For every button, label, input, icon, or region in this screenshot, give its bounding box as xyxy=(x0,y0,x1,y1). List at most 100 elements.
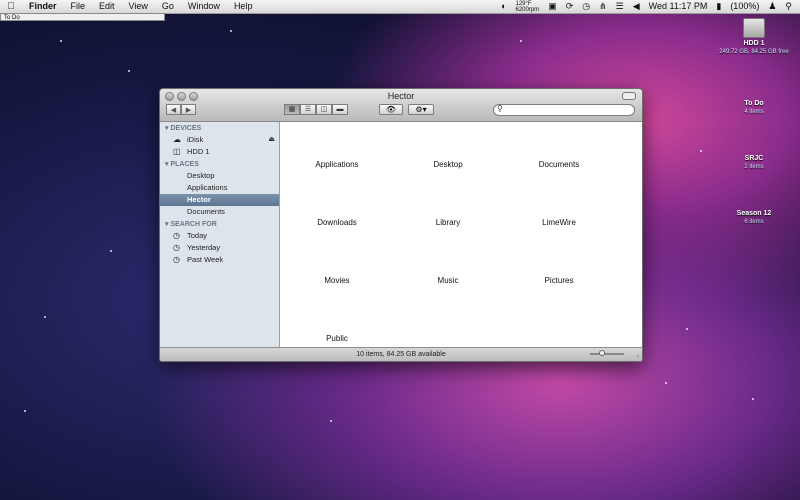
bluetooth-icon[interactable]: ⋔ xyxy=(599,0,607,13)
menu-edit[interactable]: Edit xyxy=(92,0,122,13)
icon-view-button[interactable]: ▦ xyxy=(284,104,300,115)
desktop-folder-count: 4 items xyxy=(744,109,764,115)
star xyxy=(520,40,522,42)
battery-percent[interactable]: (100%) xyxy=(730,0,759,13)
todo-strip[interactable]: To Do xyxy=(0,13,165,21)
time-machine-icon[interactable]: ◷ xyxy=(582,0,590,13)
sidebar-item-hdd[interactable]: ◫ HDD 1 xyxy=(160,146,279,158)
fan-rpm: 6200rpm xyxy=(515,6,540,13)
list-view-button[interactable]: ☰ xyxy=(300,104,316,115)
desktop-hdd[interactable]: HDD 1 249.72 GB, 84.25 GB free xyxy=(714,18,794,56)
desktop-folder-count: 2 items xyxy=(744,164,764,170)
section-label: SEARCH FOR xyxy=(170,221,217,228)
column-view-button[interactable]: ◫ xyxy=(316,104,332,115)
file-item-music[interactable]: Music xyxy=(393,276,503,285)
star xyxy=(44,316,46,318)
desktop-folder-todo[interactable]: To Do 4 items xyxy=(714,100,794,116)
sidebar-item-applications[interactable]: Applications xyxy=(160,182,279,194)
sidebar-item-past-week[interactable]: ◷ Past Week xyxy=(160,254,279,266)
sidebar-item-today[interactable]: ◷ Today xyxy=(160,230,279,242)
search-field[interactable]: ⚲ xyxy=(493,104,635,116)
apple-icon[interactable]:  xyxy=(0,1,22,12)
status-area: ◐ 129°F 6200rpm ▣ ⟳ ◷ ⋔ ☰ ◀ Wed 11:17 PM… xyxy=(501,0,800,13)
coverflow-view-button[interactable]: ▬ xyxy=(332,104,348,115)
finder-window: Hector ◀ ▶ ▦ ☰ ◫ ▬ 👁 ⚙▾ ⚲ ▾ DEVICES ☁ iD… xyxy=(159,88,643,362)
eject-icon[interactable]: ⏏ xyxy=(268,134,275,146)
action-menu-button[interactable]: ⚙▾ xyxy=(408,104,434,115)
view-switcher: ▦ ☰ ◫ ▬ xyxy=(284,104,348,115)
menu-file[interactable]: File xyxy=(64,0,93,13)
sidebar-item-hector[interactable]: Hector xyxy=(160,194,279,206)
file-grid: Applications Desktop Documents Downloads… xyxy=(280,122,642,348)
file-item-desktop[interactable]: Desktop xyxy=(393,160,503,169)
search-icon: ⚲ xyxy=(497,104,503,113)
sidebar-item-label: Desktop xyxy=(187,171,215,180)
temp-readout[interactable]: 129°F 6200rpm xyxy=(516,1,540,13)
sync-icon[interactable]: ⟳ xyxy=(566,0,574,13)
status-text: 10 items, 84.25 GB available xyxy=(356,351,446,358)
file-item-library[interactable]: Library xyxy=(393,218,503,227)
hard-drive-icon xyxy=(743,18,765,38)
sidebar-section-devices[interactable]: ▾ DEVICES xyxy=(160,124,279,134)
menu-finder[interactable]: Finder xyxy=(22,0,64,13)
desktop-folder-season12[interactable]: Season 12 6 items xyxy=(714,210,794,226)
desktop-folder-name: SRJC xyxy=(744,155,764,162)
dropbox-icon[interactable]: ▣ xyxy=(548,0,557,13)
battery-icon[interactable]: ▮ xyxy=(716,0,721,13)
sidebar-item-label: HDD 1 xyxy=(187,147,210,156)
menu-window[interactable]: Window xyxy=(181,0,227,13)
sidebar-item-documents[interactable]: Documents xyxy=(160,206,279,218)
nav-buttons: ◀ ▶ xyxy=(166,104,196,115)
menu-help[interactable]: Help xyxy=(227,0,260,13)
desktop-folder-name: To Do xyxy=(744,100,764,107)
weather-icon[interactable]: ◐ xyxy=(501,0,506,13)
desktop-folder-count: 6 items xyxy=(744,219,764,225)
menu-bar:  Finder File Edit View Go Window Help ◐… xyxy=(0,0,800,14)
file-item-movies[interactable]: Movies xyxy=(282,276,392,285)
desktop-folder-srjc[interactable]: SRJC 2 items xyxy=(714,155,794,171)
menu-view[interactable]: View xyxy=(122,0,155,13)
wifi-icon[interactable]: ☰ xyxy=(616,0,624,13)
menu-go[interactable]: Go xyxy=(155,0,181,13)
back-button[interactable]: ◀ xyxy=(166,104,181,115)
file-item-documents[interactable]: Documents xyxy=(504,160,614,169)
file-item-limewire[interactable]: LimeWire xyxy=(504,218,614,227)
sidebar-item-label: Applications xyxy=(187,183,228,192)
star xyxy=(110,250,112,252)
sidebar-item-idisk[interactable]: ☁ iDisk ⏏ xyxy=(160,134,279,146)
star xyxy=(752,398,754,400)
star xyxy=(665,382,667,384)
toolbar-toggle-button[interactable] xyxy=(622,92,636,100)
desktop-hdd-info: 249.72 GB, 84.25 GB free xyxy=(719,49,789,55)
slider-knob[interactable] xyxy=(599,350,605,356)
sidebar-section-search[interactable]: ▾ SEARCH FOR xyxy=(160,220,279,230)
file-item-downloads[interactable]: Downloads xyxy=(282,218,392,227)
sidebar-item-yesterday[interactable]: ◷ Yesterday xyxy=(160,242,279,254)
status-bar: 10 items, 84.25 GB available ⌟ xyxy=(160,347,642,361)
sidebar-section-places[interactable]: ▾ PLACES xyxy=(160,160,279,170)
section-label: PLACES xyxy=(170,161,199,168)
clock-icon: ◷ xyxy=(173,243,180,252)
clock[interactable]: Wed 11:17 PM xyxy=(649,0,708,13)
icon-size-slider[interactable] xyxy=(590,350,624,356)
sidebar-item-label: Past Week xyxy=(187,255,224,264)
star xyxy=(330,420,332,422)
spotlight-icon[interactable]: ⚲ xyxy=(785,0,792,13)
file-item-pictures[interactable]: Pictures xyxy=(504,276,614,285)
section-label: DEVICES xyxy=(170,125,202,132)
clock-icon: ◷ xyxy=(173,255,180,264)
sidebar-item-desktop[interactable]: Desktop xyxy=(160,170,279,182)
hard-drive-icon: ◫ xyxy=(173,147,181,156)
forward-button[interactable]: ▶ xyxy=(181,104,196,115)
resize-grip-icon[interactable]: ⌟ xyxy=(636,351,639,359)
title-bar[interactable]: Hector ◀ ▶ ▦ ☰ ◫ ▬ 👁 ⚙▾ ⚲ xyxy=(160,89,642,122)
star xyxy=(24,410,26,412)
quick-look-button[interactable]: 👁 xyxy=(379,104,403,115)
sidebar-item-label: Yesterday xyxy=(187,243,221,252)
file-item-public[interactable]: Public xyxy=(282,334,392,343)
file-item-applications[interactable]: Applications xyxy=(282,160,392,169)
search-input[interactable] xyxy=(507,106,631,114)
idisk-icon: ☁ xyxy=(173,135,181,144)
user-icon[interactable]: ♟ xyxy=(768,0,776,13)
volume-icon[interactable]: ◀ xyxy=(633,0,640,13)
